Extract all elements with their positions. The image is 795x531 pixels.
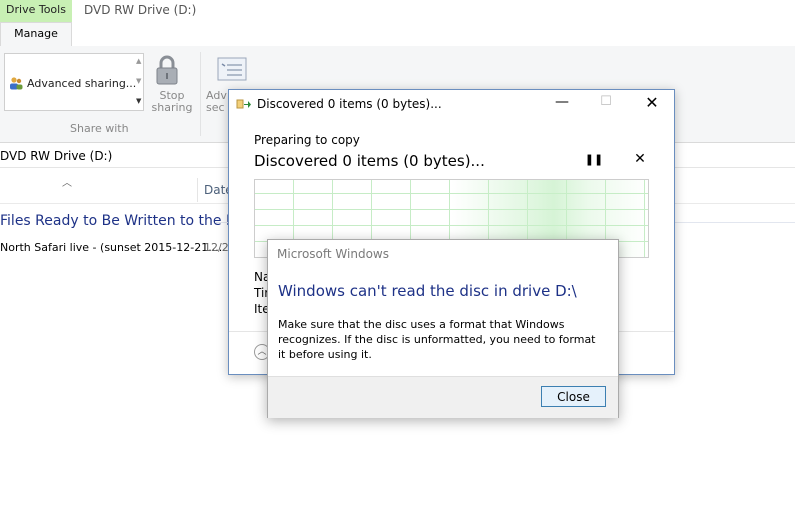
copy-dialog-title: Discovered 0 items (0 bytes)... (257, 97, 442, 111)
column-divider[interactable] (197, 178, 198, 202)
minimize-icon[interactable]: — (552, 94, 572, 110)
gallery-expand-icon[interactable]: ▼ (136, 97, 141, 105)
copy-status-label: Preparing to copy (254, 133, 360, 147)
error-heading: Windows can't read the disc in drive D:\ (278, 282, 577, 300)
advanced-sharing-button[interactable]: Advanced sharing... (27, 77, 136, 90)
sort-ascending-icon: ︿ (62, 178, 72, 189)
advanced-security-label-line2: sec (206, 101, 225, 114)
window-title: DVD RW Drive (D:) (84, 3, 197, 17)
gallery-scroll-down-icon[interactable]: ▼ (136, 77, 141, 85)
file-name[interactable]: North Safari live - (sunset 2015-12-21..… (0, 241, 222, 254)
drive-tools-context-tab[interactable]: Drive Tools (0, 0, 72, 22)
gallery-scroll-up-icon[interactable]: ▲ (136, 57, 141, 65)
ribbon-group-label: Share with (70, 122, 129, 135)
file-copy-icon (236, 99, 251, 109)
advanced-security-button[interactable]: Adv sec (206, 90, 230, 114)
close-icon[interactable]: ✕ (642, 93, 662, 112)
address-text[interactable]: DVD RW Drive (D:) (0, 149, 112, 163)
close-button[interactable]: Close (541, 386, 606, 407)
people-icon (10, 77, 23, 90)
pause-icon[interactable]: ❚❚ (584, 153, 604, 169)
file-date: 12/2 (204, 241, 229, 254)
ribbon-divider (200, 52, 201, 136)
cancel-icon[interactable]: ✕ (631, 151, 649, 169)
stop-sharing-label-line2: sharing (151, 101, 193, 114)
error-message: Make sure that the disc uses a format th… (278, 318, 596, 361)
checklist-icon (217, 57, 247, 81)
tab-manage[interactable]: Manage (0, 22, 72, 46)
lock-icon (156, 55, 178, 85)
maximize-icon[interactable]: ☐ (596, 94, 616, 109)
stop-sharing-button[interactable]: Stop sharing (146, 90, 198, 114)
error-dialog-title: Microsoft Windows (277, 247, 389, 261)
copy-status-text: Discovered 0 items (0 bytes)... (254, 152, 485, 170)
